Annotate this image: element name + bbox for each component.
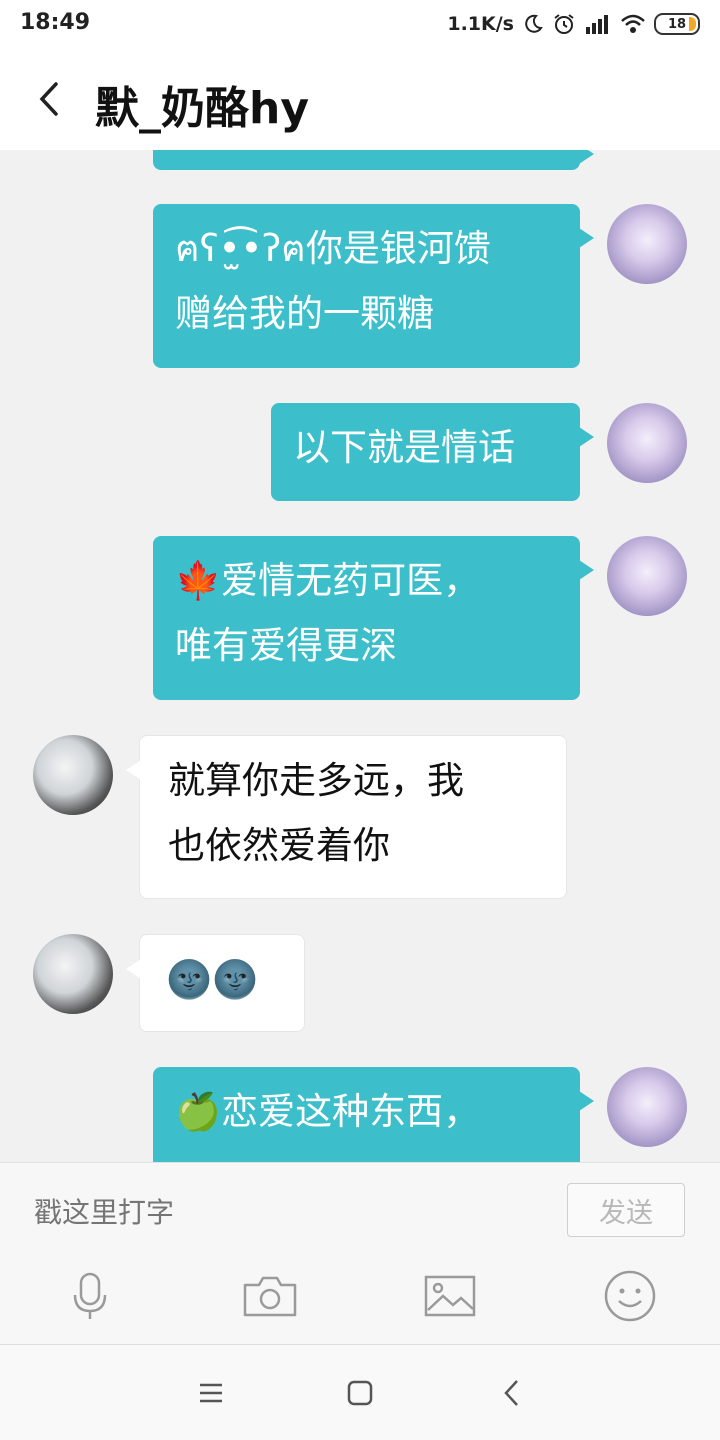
- emoji-icon: [604, 1270, 656, 1322]
- back-icon: [504, 1380, 518, 1406]
- message-text: 🍁爱情无药可医，: [175, 559, 481, 602]
- microphone-button[interactable]: [58, 1268, 122, 1324]
- my-avatar[interactable]: [607, 1067, 687, 1147]
- menu-button[interactable]: [191, 1375, 231, 1411]
- chat-header: 默_奶酪hy: [0, 48, 720, 150]
- camera-button[interactable]: [238, 1268, 302, 1324]
- chevron-left-icon: [39, 82, 58, 116]
- status-icons: 1.1K/s 18: [447, 10, 700, 38]
- system-nav-bar: [0, 1345, 720, 1440]
- image-button[interactable]: [418, 1268, 482, 1324]
- input-bar: 发送: [0, 1162, 720, 1259]
- message-input[interactable]: [32, 1189, 536, 1235]
- message-text: 赠给我的一颗糖: [175, 292, 434, 335]
- message-text: 也依然爱着你: [168, 824, 390, 867]
- message-bubble[interactable]: ฅʕ•̫͡•ʔฅ你是银河馈 赠给我的一颗糖: [153, 204, 594, 368]
- contact-avatar[interactable]: [33, 934, 113, 1014]
- my-avatar[interactable]: [607, 403, 687, 483]
- status-time: 18:49: [20, 10, 91, 35]
- my-avatar[interactable]: [607, 204, 687, 284]
- message-bubble[interactable]: 以下就是情话: [271, 403, 594, 501]
- home-icon: [347, 1380, 373, 1406]
- message-bubble[interactable]: 🌚🌚: [126, 934, 305, 1032]
- home-button[interactable]: [340, 1375, 380, 1411]
- message-bubble[interactable]: 🍁爱情无药可医， 唯有爱得更深: [153, 536, 594, 700]
- chat-title: 默_奶酪hy: [95, 83, 310, 134]
- chat-messages[interactable]: ฅʕ•̫͡•ʔฅ你是银河馈 赠给我的一颗糖 以下就是情话 🍁爱情无药可医， 唯有…: [0, 150, 720, 1162]
- message-text: 唯有爱得更深: [175, 624, 397, 667]
- signal-icon: [586, 15, 608, 34]
- message-bubble[interactable]: 🍏恋爱这种东西，: [153, 1067, 594, 1162]
- input-toolbar: [0, 1258, 720, 1345]
- alarm-icon: [554, 14, 574, 34]
- emoji-button[interactable]: [598, 1268, 662, 1324]
- battery-icon: 18: [654, 13, 700, 35]
- moon-icon: [525, 14, 543, 33]
- net-speed: 1.1K/s: [447, 13, 514, 35]
- wifi-icon: [621, 14, 645, 33]
- message-text: ฅʕ•̫͡•ʔฅ你是银河馈: [175, 227, 491, 270]
- contact-avatar[interactable]: [33, 735, 113, 815]
- message-text: 就算你走多远，我: [168, 759, 464, 802]
- message-bubble[interactable]: 就算你走多远，我 也依然爱着你: [126, 735, 567, 899]
- message-text: 🍏恋爱这种东西，: [175, 1090, 481, 1133]
- send-button[interactable]: 发送: [567, 1183, 685, 1237]
- back-button[interactable]: [30, 76, 70, 122]
- message-text: 🌚🌚: [166, 958, 259, 1001]
- my-avatar[interactable]: [607, 536, 687, 616]
- image-icon: [424, 1275, 476, 1317]
- message-bubble-partial[interactable]: [153, 150, 594, 170]
- microphone-icon: [73, 1272, 107, 1319]
- message-text: 以下就是情话: [293, 426, 515, 469]
- camera-icon: [243, 1276, 297, 1317]
- battery-level: 18: [667, 16, 687, 32]
- menu-icon: [200, 1383, 222, 1403]
- nav-back-button[interactable]: [492, 1375, 532, 1411]
- status-bar: 18:49 1.1K/s 18: [0, 0, 720, 48]
